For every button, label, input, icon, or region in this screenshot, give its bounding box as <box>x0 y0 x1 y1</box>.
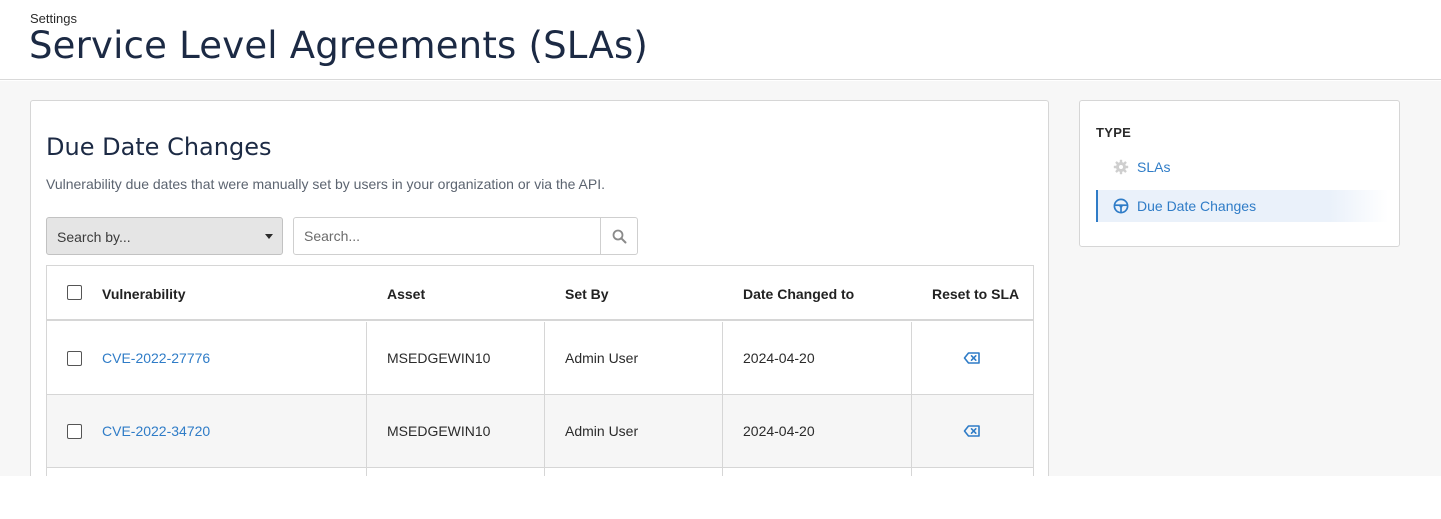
column-divider <box>544 322 545 394</box>
column-divider <box>722 322 723 394</box>
nav-item-label: SLAs <box>1137 159 1171 175</box>
column-header-vulnerability[interactable]: Vulnerability <box>102 286 186 302</box>
date-changed-cell: 2024-04-20 <box>743 350 815 366</box>
column-header-set-by[interactable]: Set By <box>565 286 609 302</box>
column-divider <box>544 468 545 476</box>
column-divider <box>366 322 367 394</box>
page-header: Settings Service Level Agreements (SLAs) <box>0 0 1441 80</box>
due-date-changes-card: Due Date Changes Vulnerability due dates… <box>30 100 1049 476</box>
page-footer-area <box>0 476 1441 519</box>
column-divider <box>366 395 367 467</box>
section-description: Vulnerability due dates that were manual… <box>46 176 606 192</box>
content-area: Due Date Changes Vulnerability due dates… <box>0 81 1441 476</box>
search-by-selected-value: Search by... <box>57 229 131 245</box>
type-label: TYPE <box>1096 125 1132 140</box>
steering-wheel-icon <box>1113 198 1129 214</box>
column-header-reset-to-sla: Reset to SLA <box>932 286 1020 302</box>
vulnerability-link[interactable]: CVE-2022-27776 <box>102 350 210 366</box>
search-by-select[interactable]: Search by... <box>46 217 283 255</box>
reset-to-sla-icon[interactable] <box>963 424 981 438</box>
column-divider <box>911 322 912 394</box>
vulnerability-link[interactable]: CVE-2022-34720 <box>102 423 210 439</box>
column-header-asset[interactable]: Asset <box>387 286 425 302</box>
set-by-cell: Admin User <box>565 423 639 439</box>
gear-icon <box>1113 159 1129 175</box>
due-date-changes-table: Vulnerability Asset Set By Date Changed … <box>46 265 1034 476</box>
caret-down-icon <box>265 234 273 239</box>
table-row: CVE-2022-34720 MSEDGEWIN10 Admin User 20… <box>47 395 1033 468</box>
column-divider <box>722 468 723 476</box>
search-input[interactable] <box>293 217 601 255</box>
search-icon <box>612 229 627 244</box>
nav-item-slas[interactable]: SLAs <box>1096 151 1388 183</box>
nav-item-due-date-changes[interactable]: Due Date Changes <box>1096 190 1388 222</box>
column-divider <box>911 468 912 476</box>
type-nav-card: TYPE SLAs Due Date Changes <box>1079 100 1400 247</box>
search-button[interactable] <box>600 217 638 255</box>
asset-cell: MSEDGEWIN10 <box>387 350 491 366</box>
table-row: CVE-2022-27776 MSEDGEWIN10 Admin User 20… <box>47 322 1033 395</box>
column-divider <box>366 468 367 476</box>
row-checkbox[interactable] <box>67 424 82 439</box>
asset-cell: MSEDGEWIN10 <box>387 423 491 439</box>
reset-to-sla-icon[interactable] <box>963 351 981 365</box>
column-divider <box>722 395 723 467</box>
date-changed-cell: 2024-04-20 <box>743 423 815 439</box>
select-all-checkbox[interactable] <box>67 285 82 300</box>
table-row <box>47 468 1033 476</box>
nav-item-label: Due Date Changes <box>1137 198 1257 214</box>
row-checkbox[interactable] <box>67 351 82 366</box>
column-divider <box>911 395 912 467</box>
section-title: Due Date Changes <box>46 133 272 161</box>
set-by-cell: Admin User <box>565 350 639 366</box>
column-header-date-changed-to[interactable]: Date Changed to <box>743 286 854 302</box>
page-title: Service Level Agreements (SLAs) <box>29 24 649 67</box>
table-header: Vulnerability Asset Set By Date Changed … <box>47 266 1033 321</box>
column-divider <box>544 395 545 467</box>
